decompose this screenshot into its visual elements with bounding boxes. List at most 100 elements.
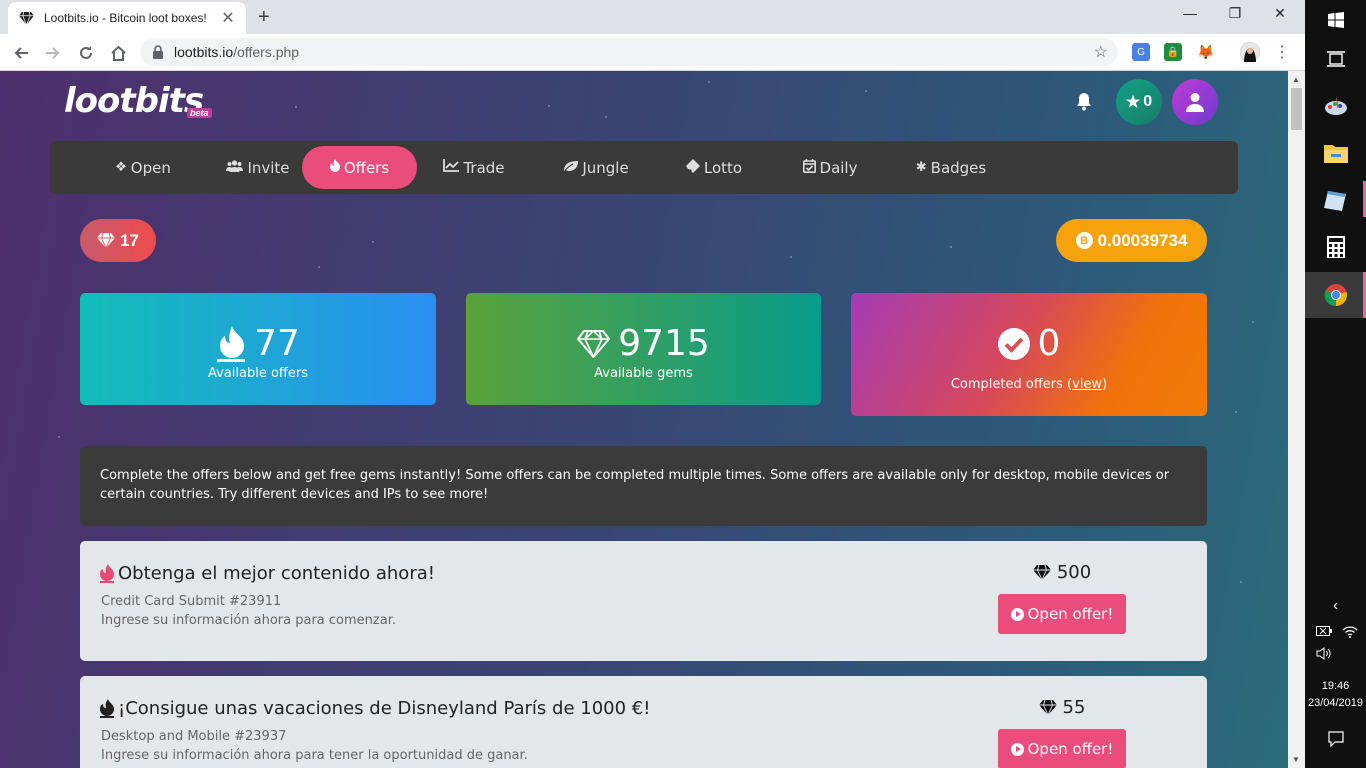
action-center-icon[interactable] xyxy=(1305,728,1366,750)
windows-start-icon[interactable] xyxy=(1305,8,1366,32)
close-window-button[interactable]: ✕ xyxy=(1257,5,1303,22)
tab-title: Lootbits.io - Bitcoin loot boxes! xyxy=(44,11,207,25)
bell-icon[interactable] xyxy=(1074,91,1094,113)
lock-icon xyxy=(153,45,163,59)
ticket-icon xyxy=(685,158,700,177)
url-text: lootbits.io/offers.php xyxy=(174,44,300,60)
offer-title: ¡Consigue unas vacaciones de Disneyland … xyxy=(118,698,651,719)
diamond-icon xyxy=(1032,565,1051,580)
nav-offers[interactable]: Offers xyxy=(302,146,417,189)
completed-offers-count: 0 xyxy=(1037,323,1061,364)
taskbar-time[interactable]: 19:46 xyxy=(1305,680,1366,692)
nav-open[interactable]: ❖ Open xyxy=(85,146,201,189)
leaf-icon xyxy=(563,160,579,176)
open-offer-button[interactable]: Open offer! xyxy=(998,594,1126,634)
check-circle-icon xyxy=(997,327,1030,360)
browser-toolbar: lootbits.io/offers.php ☆ G 🔒 🦊 ⋮ xyxy=(0,34,1305,71)
available-gems-label: Available gems xyxy=(594,366,693,381)
open-offer-button[interactable]: Open offer! xyxy=(998,729,1126,768)
star-dot xyxy=(318,266,320,268)
star-icon: ★ xyxy=(1125,94,1141,111)
new-tab-button[interactable]: + xyxy=(258,6,270,29)
offer-card: Obtenga el mejor contenido ahora! Credit… xyxy=(80,541,1207,661)
calculator-icon[interactable] xyxy=(1305,232,1366,262)
file-explorer-icon[interactable] xyxy=(1305,138,1366,168)
fire-icon xyxy=(329,159,340,176)
profile-avatar-icon[interactable] xyxy=(1240,42,1260,62)
windows-taskbar: ‹ 19:46 23/04/2019 xyxy=(1305,0,1366,768)
star-dot xyxy=(950,246,952,248)
lock-extension-icon[interactable]: 🔒 xyxy=(1164,43,1182,61)
offers-info-text: Complete the offers below and get free g… xyxy=(80,446,1207,526)
offer-category: Desktop and Mobile #23937 xyxy=(101,729,287,744)
translate-extension-icon[interactable]: G xyxy=(1132,43,1150,61)
lootbits-logo[interactable]: lootbits xyxy=(64,81,204,121)
play-circle-icon xyxy=(1010,607,1024,621)
star-dot xyxy=(790,256,792,258)
notes-app-icon[interactable] xyxy=(1305,184,1366,216)
user-account-button[interactable] xyxy=(1172,79,1218,125)
users-icon xyxy=(226,159,244,176)
nav-lotto[interactable]: Lotto xyxy=(656,146,772,189)
diamond-icon xyxy=(97,233,116,248)
asterisk-icon: ✱ xyxy=(915,160,927,175)
nav-invite[interactable]: Invite xyxy=(200,146,316,189)
offer-description: Ingrese su información ahora para tener … xyxy=(101,748,528,763)
fire-icon xyxy=(100,699,114,718)
stars-button[interactable]: ★ 0 xyxy=(1116,79,1162,125)
back-icon[interactable] xyxy=(10,42,32,64)
user-icon xyxy=(1186,93,1204,112)
view-completed-link[interactable]: view xyxy=(1072,377,1102,392)
tab-close-icon[interactable]: ✕ xyxy=(220,8,236,28)
page-scrollbar[interactable]: ▲ ▼ xyxy=(1288,71,1305,768)
chrome-menu-icon[interactable]: ⋮ xyxy=(1273,43,1291,61)
gems-balance-pill[interactable]: 17 xyxy=(80,219,156,262)
nav-badges[interactable]: ✱ Badges xyxy=(893,146,1009,189)
forward-icon[interactable] xyxy=(42,42,64,64)
bitcoin-balance: 0.00039734 xyxy=(1097,230,1188,250)
nav-jungle[interactable]: Jungle xyxy=(538,146,654,189)
wifi-icon[interactable] xyxy=(1319,622,1366,640)
scroll-up-icon[interactable]: ▲ xyxy=(1292,75,1300,84)
star-dot xyxy=(605,116,607,118)
star-dot xyxy=(58,436,60,438)
volume-icon[interactable] xyxy=(1293,644,1354,662)
offer-reward: 500 xyxy=(998,562,1126,583)
paint-app-icon[interactable] xyxy=(1305,90,1366,122)
diamond-icon xyxy=(577,329,611,358)
completed-offers-label: Completed offers (view) xyxy=(950,377,1108,392)
bookmark-star-icon[interactable]: ☆ xyxy=(1094,42,1108,62)
offer-description: Ingrese su información ahora para comenz… xyxy=(101,613,396,628)
minimize-button[interactable]: — xyxy=(1167,5,1213,21)
beta-badge: beta xyxy=(187,108,212,118)
offer-reward: 55 xyxy=(998,697,1126,718)
scrollbar-thumb[interactable] xyxy=(1291,88,1302,130)
chrome-taskbar-icon[interactable] xyxy=(1305,272,1366,318)
page-content: lootbits beta ★ 0 ❖ Open Invite Offers T… xyxy=(0,71,1288,768)
stars-count: 0 xyxy=(1143,93,1153,110)
nav-daily[interactable]: Daily xyxy=(772,146,888,189)
scroll-down-icon[interactable]: ▼ xyxy=(1292,755,1300,764)
available-gems-card: 9715 Available gems xyxy=(466,293,821,405)
home-icon[interactable] xyxy=(107,42,129,64)
task-view-icon[interactable] xyxy=(1305,46,1366,72)
diamond-icon xyxy=(1038,700,1057,715)
reload-icon[interactable] xyxy=(75,42,97,64)
offer-category: Credit Card Submit #23911 xyxy=(101,594,282,609)
star-dot xyxy=(372,241,374,243)
address-bar[interactable]: lootbits.io/offers.php ☆ xyxy=(140,38,1118,66)
star-dot xyxy=(548,105,550,107)
star-dot xyxy=(295,106,297,108)
chevron-left-icon[interactable]: ‹ xyxy=(1305,596,1366,616)
fire-icon xyxy=(100,564,114,583)
metamask-extension-icon[interactable]: 🦊 xyxy=(1197,43,1215,61)
browser-tab[interactable]: Lootbits.io - Bitcoin loot boxes! ✕ xyxy=(8,2,246,34)
bitcoin-icon: B xyxy=(1075,232,1093,249)
maximize-button[interactable]: ❐ xyxy=(1212,5,1258,22)
available-offers-label: Available offers xyxy=(207,366,308,381)
star-dot xyxy=(1240,581,1242,583)
nav-trade[interactable]: Trade xyxy=(416,146,532,189)
taskbar-date[interactable]: 23/04/2019 xyxy=(1305,697,1366,709)
bitcoin-balance-pill[interactable]: B 0.00039734 xyxy=(1056,219,1207,262)
star-dot xyxy=(1235,411,1237,413)
